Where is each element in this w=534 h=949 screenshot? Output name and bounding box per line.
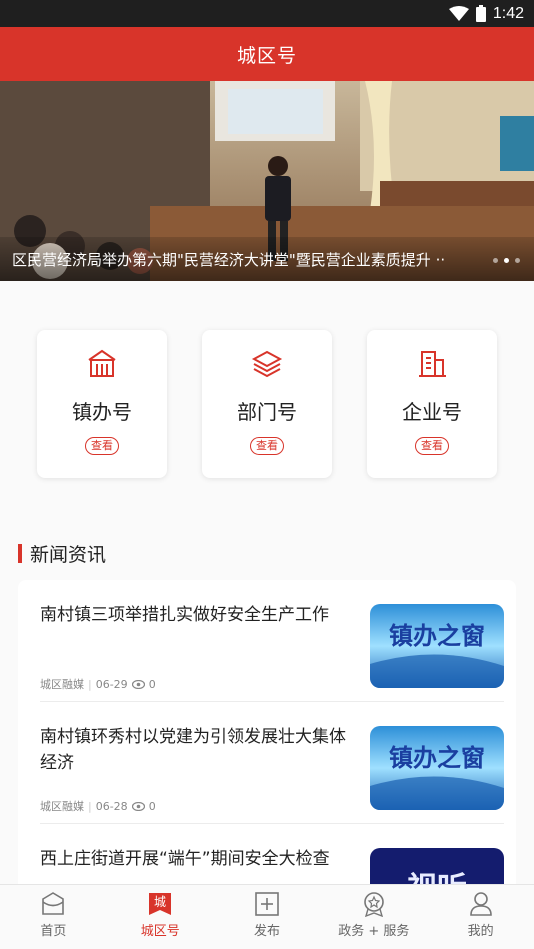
- view-button[interactable]: 查看: [250, 437, 284, 455]
- news-date: 06-28: [95, 799, 128, 813]
- view-button[interactable]: 查看: [415, 437, 449, 455]
- card-town-office[interactable]: 镇办号 查看: [37, 330, 167, 478]
- thumb-text: 镇办之窗: [389, 744, 485, 772]
- eye-icon: [131, 679, 145, 689]
- banner-caption-bar: 区民营经济局举办第六期"民营经济大讲堂"暨民营企业素质提升 ··: [0, 237, 534, 281]
- badge-char: 城: [154, 895, 166, 909]
- home-icon: [42, 892, 65, 915]
- news-meta: 城区融媒 | 06-28 0: [40, 798, 156, 814]
- news-thumbnail: 镇办之窗: [370, 726, 504, 810]
- battery-icon: [475, 5, 486, 22]
- news-thumbnail: 镇办之窗: [370, 604, 504, 688]
- status-bar: 1:42: [0, 0, 534, 27]
- meta-separator: |: [88, 799, 92, 813]
- banner-caption: 区民营经济局举办第六期"民营经济大讲堂"暨民营企业素质提升 ··: [12, 250, 446, 269]
- news-headline: 南村镇三项举措扎实做好安全生产工作: [40, 605, 329, 625]
- tab-mine[interactable]: 我的: [427, 885, 534, 949]
- tab-label: 发布: [253, 924, 280, 939]
- tab-home[interactable]: 首页: [0, 885, 107, 949]
- view-button[interactable]: 查看: [85, 437, 119, 455]
- banner-carousel[interactable]: 区民营经济局举办第六期"民营经济大讲堂"暨民营企业素质提升 ··: [0, 81, 534, 281]
- card-label: 企业号: [402, 400, 462, 424]
- news-source: 城区融媒: [40, 800, 84, 813]
- news-headline: 西上庄街道开展“端午”期间安全大检查: [40, 849, 330, 869]
- plus-box-icon: [255, 892, 279, 916]
- app-header: 城区号: [0, 27, 534, 81]
- tab-label: 我的: [467, 924, 494, 939]
- tab-city[interactable]: 城 城区号: [107, 885, 214, 949]
- page-title: 城区号: [236, 44, 297, 67]
- card-department[interactable]: 部门号 查看: [202, 330, 332, 478]
- carousel-dot[interactable]: [493, 258, 498, 263]
- town-hall-icon: [88, 349, 116, 377]
- news-headline: 南村镇环秀村以党建为引领发展壮大集体经济: [40, 727, 346, 773]
- user-icon: [469, 892, 492, 916]
- wifi-icon: [448, 5, 469, 21]
- news-section-header: 新闻资讯: [18, 540, 106, 567]
- news-item[interactable]: 南村镇环秀村以党建为引领发展壮大集体经济 城区融媒 | 06-28 0 镇办之窗: [40, 702, 504, 824]
- news-list: 南村镇三项举措扎实做好安全生产工作 城区融媒 | 06-29 0 镇办之窗 南村…: [18, 580, 516, 900]
- city-badge-icon: 城: [149, 893, 172, 915]
- category-cards: 镇办号 查看 部门号 查看 企业号 查看: [0, 330, 534, 478]
- building-icon: [419, 351, 446, 377]
- status-time: 1:42: [492, 4, 524, 22]
- bottom-tab-bar: 首页 城 城区号 发布 政务 + 服务 我的: [0, 884, 534, 949]
- section-title: 新闻资讯: [30, 544, 107, 566]
- thumb-text: 镇办之窗: [389, 622, 485, 650]
- carousel-dot-active[interactable]: [504, 258, 509, 263]
- carousel-dots: [493, 258, 520, 263]
- service-medal-icon: [363, 892, 384, 917]
- card-label: 部门号: [237, 400, 297, 424]
- card-label: 镇办号: [72, 400, 132, 424]
- news-meta: 城区融媒 | 06-29 0: [40, 676, 156, 692]
- meta-separator: |: [88, 677, 92, 691]
- tab-gov-service[interactable]: 政务 + 服务: [320, 885, 427, 949]
- card-enterprise[interactable]: 企业号 查看: [367, 330, 497, 478]
- tab-label: 政务 + 服务: [338, 924, 410, 939]
- news-source: 城区融媒: [40, 678, 84, 691]
- news-item[interactable]: 南村镇三项举措扎实做好安全生产工作 城区融媒 | 06-29 0 镇办之窗: [40, 580, 504, 702]
- eye-icon: [131, 801, 145, 811]
- section-accent-bar: [18, 544, 22, 563]
- tab-label: 城区号: [140, 924, 180, 939]
- tab-publish[interactable]: 发布: [214, 885, 321, 949]
- news-views: 0: [148, 677, 156, 691]
- news-date: 06-29: [95, 677, 128, 691]
- tab-label: 首页: [40, 924, 67, 939]
- carousel-dot[interactable]: [515, 258, 520, 263]
- news-views: 0: [148, 799, 156, 813]
- layers-icon: [251, 350, 283, 378]
